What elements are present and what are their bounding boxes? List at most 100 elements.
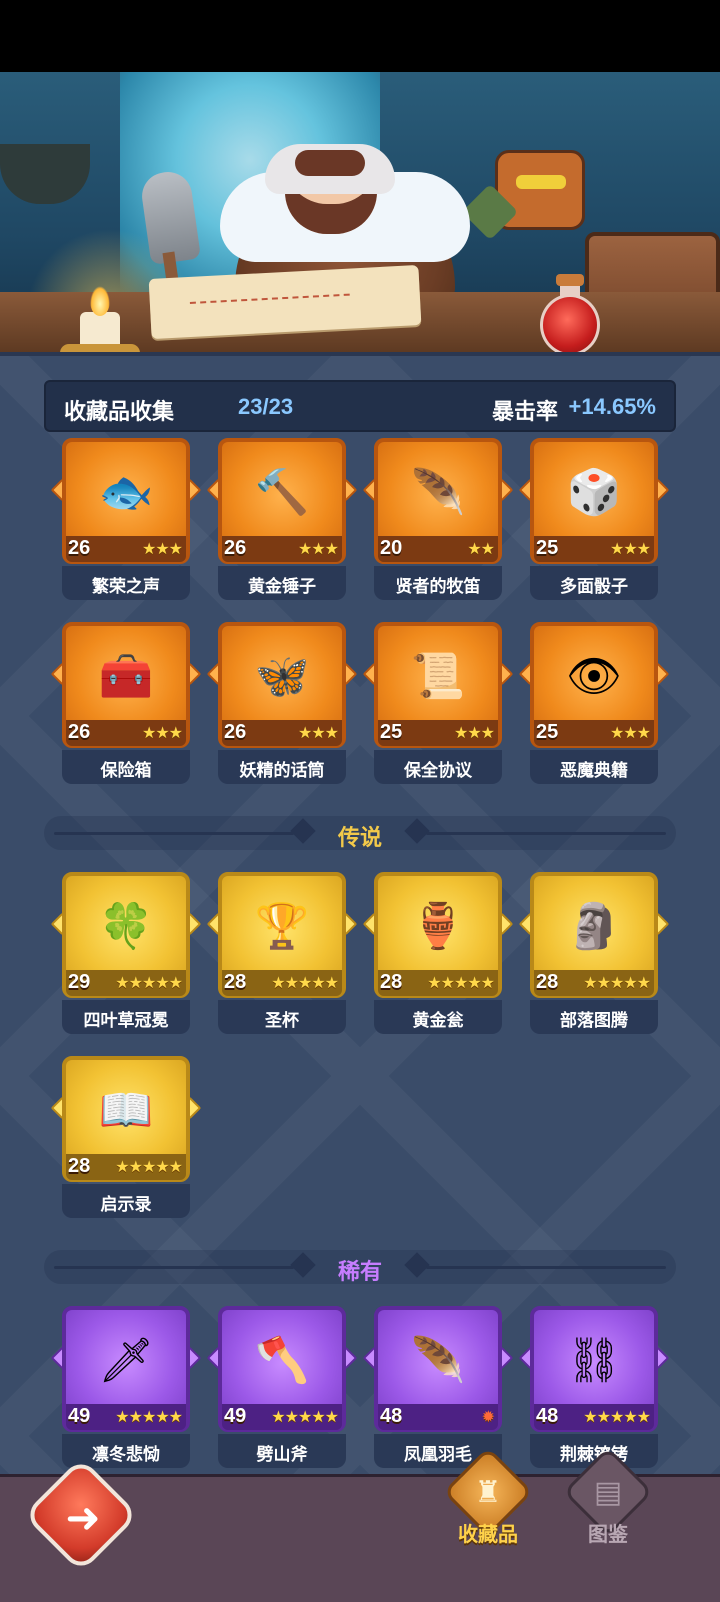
item-name: 黄金锤子 [248, 577, 316, 596]
clover-crown-icon: 🍀 [98, 901, 154, 952]
card-footer: 28 ★★★★★ [534, 970, 654, 996]
item-level: 26 [224, 537, 247, 559]
section-divider-rare: 稀有 [44, 1252, 676, 1284]
tab-codex[interactable]: ▤ 图鉴 [558, 1446, 658, 1550]
collectible-card[interactable]: 🍀 29 ★★★★★ 四叶草冠冕 [50, 872, 202, 1034]
item-level: 26 [68, 537, 91, 559]
divider-line [426, 1266, 666, 1269]
item-name: 劈山斧 [256, 1445, 308, 1464]
fairy-microphone-icon: 🦋 [254, 651, 310, 702]
star-rating: ★★★ [297, 723, 339, 742]
star-rating: ★★★ [609, 539, 651, 558]
collectible-card[interactable]: 🗡 49 ★★★★★ 凛冬悲恸 [50, 1306, 202, 1468]
star-rating: ★★★ [141, 723, 183, 742]
card-footer: 20 ★★ [378, 536, 498, 562]
collectible-card[interactable]: 🗿 28 ★★★★★ 部落图腾 [518, 872, 670, 1034]
item-name: 启示录 [100, 1195, 152, 1214]
collection-count: 23/23 [238, 394, 294, 419]
item-name: 圣杯 [265, 1011, 299, 1030]
candle-holder [60, 344, 140, 352]
collectible-card[interactable]: ⛓ 48 ★★★★★ 荆棘镣铐 [518, 1306, 670, 1468]
thorn-shackles-icon: ⛓ [566, 1335, 622, 1386]
collectible-card[interactable]: 🏆 28 ★★★★★ 圣杯 [206, 872, 358, 1034]
potion-cork [556, 274, 584, 286]
golden-urn-icon: 🏺 [410, 901, 466, 952]
star-rating: ★★★★★ [115, 973, 183, 992]
item-level: 49 [224, 1405, 247, 1427]
card-footer: 28 ★★★★★ [66, 1154, 186, 1180]
sage-flute-icon: 🪶 [410, 467, 466, 518]
item-name: 多面骰子 [560, 577, 628, 596]
star-rating: ★★★★★ [271, 973, 339, 992]
mountain-axe-icon: 🪓 [254, 1335, 310, 1386]
item-level: 25 [536, 721, 559, 743]
crit-rate-label: 暴击率 [491, 399, 558, 424]
star-rating: ★★★ [609, 723, 651, 742]
tribal-totem-icon: 🗿 [566, 901, 622, 952]
tab-codex-label: 图鉴 [588, 1524, 628, 1546]
card-footer: 29 ★★★★★ [66, 970, 186, 996]
card-footer: 26 ★★★ [66, 536, 186, 562]
winter-lament-sword-icon: 🗡 [98, 1335, 154, 1386]
tab-collection[interactable]: ♜ 收藏品 [438, 1446, 538, 1550]
item-name: 繁荣之声 [92, 577, 160, 596]
item-level: 28 [536, 971, 559, 993]
card-footer: 28 ★★★★★ [378, 970, 498, 996]
item-level: 25 [380, 721, 403, 743]
card-footer: 26 ★★★ [66, 720, 186, 746]
crit-rate-value: +14.65% [568, 394, 656, 419]
collectible-card[interactable]: 🪶 48 ✹ 凤凰羽毛 [362, 1306, 514, 1468]
book-icon: ▤ [593, 1474, 623, 1510]
item-level: 25 [536, 537, 559, 559]
collectible-card[interactable]: 📖 28 ★★★★★ 启示录 [50, 1056, 202, 1218]
section-title-rare: 稀有 [337, 1259, 382, 1284]
card-footer: 25 ★★★ [534, 720, 654, 746]
collectible-card[interactable]: 🏺 28 ★★★★★ 黄金瓮 [362, 872, 514, 1034]
collectible-card[interactable]: 🪶 20 ★★ 贤者的牧笛 [362, 438, 514, 600]
polyhedral-dice-icon: 🎲 [566, 467, 622, 518]
item-name: 凛冬悲恸 [92, 1445, 160, 1464]
star-rating: ★★★ [297, 539, 339, 558]
item-name: 黄金瓮 [412, 1011, 464, 1030]
shopkeeper-hair [265, 144, 395, 194]
collectible-card[interactable]: 🎲 25 ★★★ 多面骰子 [518, 438, 670, 600]
item-level: 26 [68, 721, 91, 743]
star-rating: ★★ [467, 539, 495, 558]
card-footer: 26 ★★★ [222, 536, 342, 562]
status-bar [0, 0, 720, 72]
apocalypse-book-icon: 📖 [98, 1085, 154, 1136]
divider-line [426, 832, 666, 835]
flame-icon [90, 286, 110, 316]
collectible-card[interactable]: 🐟 26 ★★★ 繁荣之声 [50, 438, 202, 600]
card-footer: 49 ★★★★★ [66, 1404, 186, 1430]
collectible-card[interactable]: 👁 25 ★★★ 恶魔典籍 [518, 622, 670, 784]
card-footer: 26 ★★★ [222, 720, 342, 746]
demon-tome-icon: 👁 [566, 651, 622, 702]
item-name: 保险箱 [100, 761, 152, 780]
item-level: 28 [224, 971, 247, 993]
collectible-card[interactable]: 🧰 26 ★★★ 保险箱 [50, 622, 202, 784]
item-name: 四叶草冠冕 [83, 1011, 169, 1030]
collectible-card[interactable]: 📜 25 ★★★ 保全协议 [362, 622, 514, 784]
item-level: 28 [380, 971, 403, 993]
item-name: 保全协议 [404, 761, 472, 780]
security-agreement-icon: 📜 [410, 651, 466, 702]
item-level: 26 [224, 721, 247, 743]
card-footer: 48 ★★★★★ [534, 1404, 654, 1430]
collectible-card[interactable]: 🦋 26 ★★★ 妖精的话筒 [206, 622, 358, 784]
card-footer: 48 ✹ [378, 1404, 498, 1430]
back-arrow-icon[interactable]: ➜ [48, 1482, 118, 1552]
item-level: 48 [536, 1405, 559, 1427]
safe-box-icon: 🧰 [98, 651, 154, 702]
shop-banner [0, 72, 720, 352]
section-title-legend: 传说 [337, 825, 382, 850]
item-name: 妖精的话筒 [239, 761, 325, 780]
star-rating: ★★★★★ [583, 973, 651, 992]
item-level: 29 [68, 971, 91, 993]
item-level: 28 [68, 1155, 91, 1177]
section-divider-legend: 传说 [44, 818, 676, 850]
collectible-card[interactable]: 🪓 49 ★★★★★ 劈山斧 [206, 1306, 358, 1468]
collectible-card[interactable]: 🔨 26 ★★★ 黄金锤子 [206, 438, 358, 600]
lyre-icon: ♜ [474, 1474, 502, 1510]
item-level: 49 [68, 1405, 91, 1427]
